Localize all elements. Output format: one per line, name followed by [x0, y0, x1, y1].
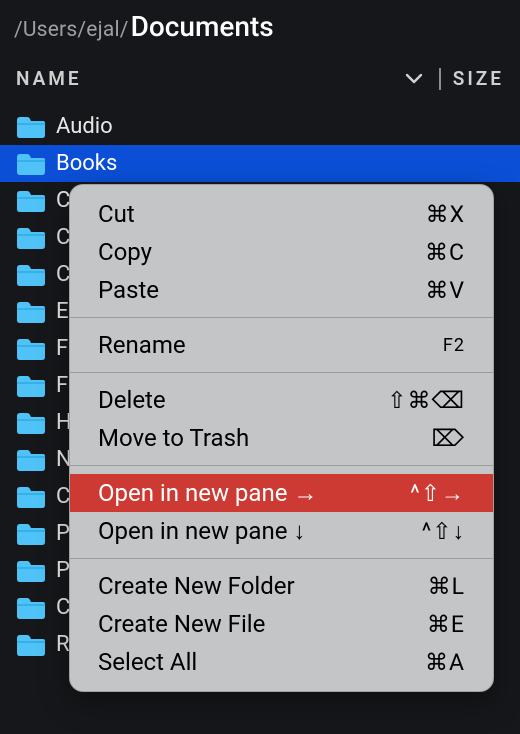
menu-item-label: Open in new pane ↓: [98, 517, 305, 546]
folder-icon: [16, 300, 46, 324]
menu-item-shortcut: ^⇧↓: [422, 518, 465, 545]
menu-item-label: Select All: [98, 648, 197, 676]
path-prefix: /Users/ejal/: [14, 18, 129, 42]
menu-item-label: Copy: [98, 238, 152, 266]
menu-item-label: Create New File: [98, 610, 265, 638]
folder-icon: [16, 448, 46, 472]
folder-icon: [16, 152, 46, 176]
menu-item-shortcut: ⌘A: [425, 649, 465, 676]
folder-icon: [16, 189, 46, 213]
menu-item-label: Open in new pane →: [98, 479, 317, 508]
sort-indicator-icon[interactable]: [405, 73, 423, 85]
menu-item-shortcut: F2: [443, 335, 465, 356]
menu-separator: [70, 317, 493, 318]
folder-icon: [16, 596, 46, 620]
folder-icon: [16, 559, 46, 583]
menu-item-shortcut: ⌦: [431, 425, 465, 452]
file-row-label: Books: [56, 151, 117, 176]
column-divider: [439, 68, 441, 90]
menu-item-new-folder[interactable]: Create New Folder ⌘L: [70, 567, 493, 605]
menu-item-cut[interactable]: Cut ⌘X: [70, 195, 493, 233]
file-row-label: E: [56, 299, 69, 324]
menu-item-open-right[interactable]: Open in new pane → ^⇧→: [70, 474, 493, 512]
file-row-label: F: [56, 373, 68, 398]
menu-item-shortcut: ⌘C: [425, 239, 465, 266]
folder-icon: [16, 522, 46, 546]
menu-item-delete[interactable]: Delete ⇧⌘⌫: [70, 381, 493, 419]
file-row-label: P: [56, 521, 70, 546]
menu-separator: [70, 558, 493, 559]
menu-item-shortcut: ⌘E: [427, 611, 465, 638]
folder-icon: [16, 115, 46, 139]
column-size-label[interactable]: SIZE: [453, 67, 504, 90]
column-header: NAME SIZE: [0, 57, 520, 102]
menu-separator: [70, 372, 493, 373]
menu-item-label: Create New Folder: [98, 572, 295, 600]
menu-item-trash[interactable]: Move to Trash ⌦: [70, 419, 493, 457]
path-bar: /Users/ejal/ Documents: [0, 0, 520, 57]
menu-item-open-down[interactable]: Open in new pane ↓ ^⇧↓: [70, 512, 493, 550]
file-row-label: P: [56, 558, 70, 583]
menu-item-shortcut: ⌘L: [428, 573, 465, 600]
menu-item-rename[interactable]: Rename F2: [70, 326, 493, 364]
folder-icon: [16, 263, 46, 287]
file-row-label: F: [56, 336, 68, 361]
folder-icon: [16, 337, 46, 361]
context-menu: Cut ⌘X Copy ⌘C Paste ⌘V Rename F2 Delete ⇧⌘⌫ Move …: [69, 184, 494, 692]
column-name-label: NAME: [16, 67, 82, 90]
menu-item-shortcut: ⇧⌘⌫: [387, 387, 465, 414]
file-row[interactable]: Audio: [0, 108, 520, 145]
menu-item-paste[interactable]: Paste ⌘V: [70, 271, 493, 309]
menu-item-label: Delete: [98, 386, 166, 414]
menu-separator: [70, 465, 493, 466]
path-current: Documents: [131, 10, 274, 43]
folder-icon: [16, 411, 46, 435]
menu-item-copy[interactable]: Copy ⌘C: [70, 233, 493, 271]
folder-icon: [16, 374, 46, 398]
menu-item-label: Rename: [98, 331, 186, 359]
folder-icon: [16, 226, 46, 250]
menu-item-new-file[interactable]: Create New File ⌘E: [70, 605, 493, 643]
menu-item-label: Cut: [98, 200, 135, 228]
file-row-label: Audio: [56, 114, 113, 139]
menu-item-select-all[interactable]: Select All ⌘A: [70, 643, 493, 681]
column-name[interactable]: NAME: [16, 67, 405, 90]
menu-item-label: Paste: [98, 276, 159, 304]
folder-icon: [16, 485, 46, 509]
menu-item-shortcut: ⌘V: [425, 277, 465, 304]
menu-item-label: Move to Trash: [98, 424, 249, 452]
folder-icon: [16, 633, 46, 657]
file-row[interactable]: Books: [0, 145, 520, 182]
menu-item-shortcut: ⌘X: [426, 201, 465, 228]
menu-item-shortcut: ^⇧→: [410, 480, 465, 507]
